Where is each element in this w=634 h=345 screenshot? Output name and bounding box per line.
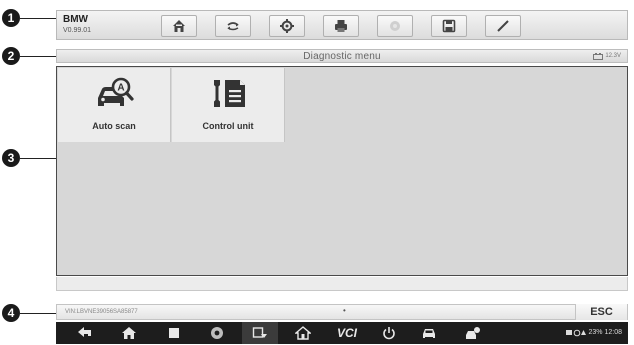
browser-button[interactable]: [202, 322, 232, 344]
print-button[interactable]: [323, 15, 359, 37]
settings-button[interactable]: [269, 15, 305, 37]
callout-badge-2: 2: [2, 47, 20, 65]
esc-button[interactable]: ESC: [575, 304, 627, 320]
control-unit-tile[interactable]: Control unit: [172, 68, 285, 142]
autel-home-icon: [295, 326, 311, 340]
callout-line-1: [20, 18, 56, 19]
recent-apps-button[interactable]: [159, 322, 189, 344]
battery-and-clock: 23% 12:08: [588, 329, 622, 336]
home-button[interactable]: [161, 15, 197, 37]
page-indicator: •: [343, 306, 346, 315]
shop-icon: [466, 327, 480, 339]
battery-voltage: 12.3V: [593, 52, 621, 60]
autel-home-button[interactable]: [288, 322, 318, 344]
screenshot-button[interactable]: [242, 322, 278, 344]
callout-line-4: [20, 313, 56, 314]
vehicle-info: BMW V0.99.01: [63, 14, 91, 35]
callout-badge-3: 3: [2, 149, 20, 167]
callout-line-2: [20, 56, 56, 57]
help-button[interactable]: [377, 15, 413, 37]
system-navigation-bar: VCI 23% 12:08: [56, 322, 628, 344]
callout-badge-1: 1: [2, 9, 20, 27]
recent-apps-icon: [169, 328, 179, 338]
help-icon: [390, 21, 400, 31]
home-icon: [122, 327, 136, 339]
shop-button[interactable]: [456, 322, 490, 344]
edit-button[interactable]: [485, 15, 521, 37]
main-section: A Auto scan Control unit: [56, 66, 628, 276]
android-home-button[interactable]: [114, 322, 144, 344]
notification-icons: [565, 329, 586, 337]
content-bottom-strip: [56, 277, 628, 291]
back-icon: [78, 327, 91, 337]
home-icon: [173, 20, 185, 32]
voltage-value: 12.3V: [605, 53, 621, 59]
svg-text:A: A: [117, 83, 124, 94]
car-icon: [423, 329, 435, 338]
settings-gear-icon: [280, 19, 294, 33]
function-buttons-bar: VIN:LBVNE39056SA85877 • ESC: [56, 304, 628, 320]
title-bar: Diagnostic menu 12.3V: [56, 49, 628, 63]
auto-scan-label: Auto scan: [92, 121, 136, 131]
power-icon: [383, 327, 395, 340]
control-unit-icon: [214, 80, 245, 107]
car-battery-icon: [593, 52, 604, 60]
vci-button[interactable]: VCI: [330, 322, 364, 344]
auto-scan-icon: A: [98, 77, 134, 106]
vin-text: VIN:LBVNE39056SA85877: [65, 309, 138, 315]
auto-scan-tile[interactable]: A Auto scan: [58, 68, 171, 142]
save-button[interactable]: [431, 15, 467, 37]
browser-icon: [211, 327, 223, 339]
pen-icon: [497, 20, 509, 32]
vehicle-make: BMW: [63, 14, 88, 25]
screenshot-icon: [252, 327, 267, 338]
vehicle-swap-icon: [227, 22, 239, 31]
save-icon: [442, 19, 456, 33]
callout-line-3: [20, 158, 56, 159]
vci-icon: VCI: [336, 326, 357, 340]
power-button[interactable]: [374, 322, 404, 344]
software-version: V0.99.01: [63, 27, 92, 34]
system-status-area: 23% 12:08: [565, 328, 622, 338]
page-title: Diagnostic menu: [303, 51, 381, 62]
printer-icon: [335, 20, 347, 32]
vehicle-swap-button[interactable]: [215, 15, 251, 37]
vehicle-button[interactable]: [414, 322, 444, 344]
callout-badge-4: 4: [2, 304, 20, 322]
top-toolbar: BMW V0.99.01: [56, 10, 628, 40]
back-button[interactable]: [70, 322, 100, 344]
control-unit-label: Control unit: [202, 121, 254, 131]
